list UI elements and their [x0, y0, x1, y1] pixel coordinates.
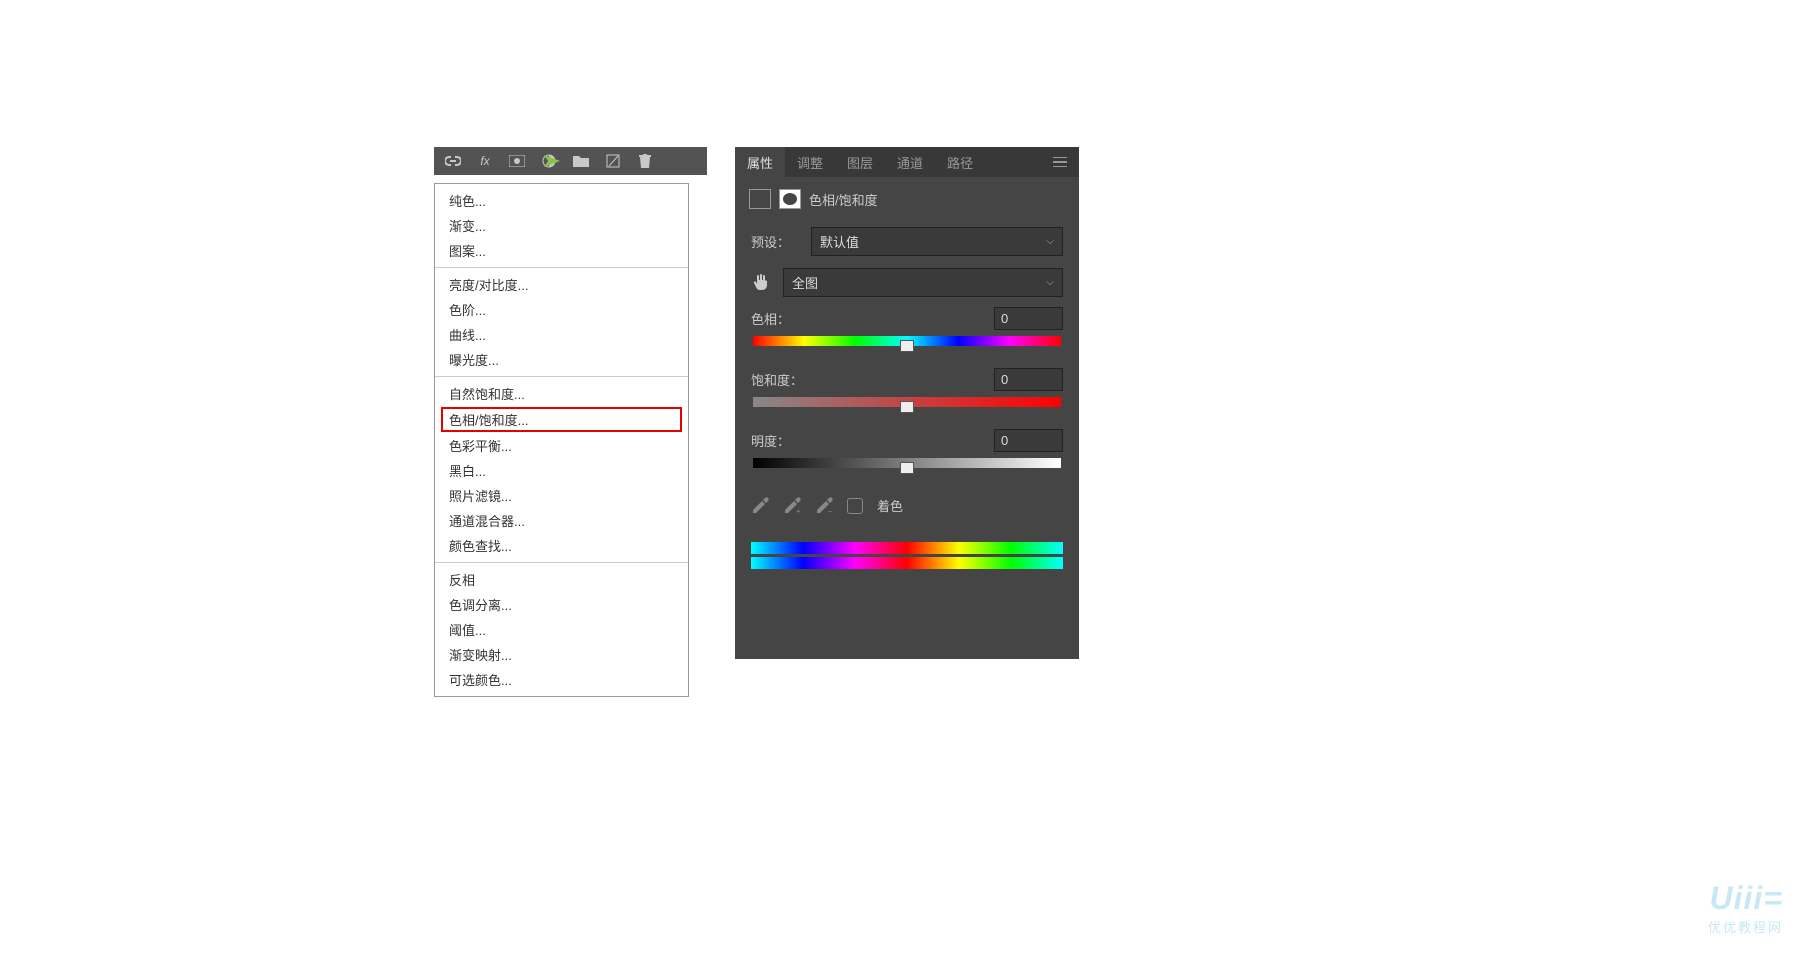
panel-header: 色相/饱和度 — [735, 177, 1079, 221]
menu-item[interactable]: 曝光度... — [435, 347, 688, 372]
tab-channels[interactable]: 通道 — [885, 147, 935, 177]
menu-item[interactable]: 黑白... — [435, 458, 688, 483]
tab-paths[interactable]: 路径 — [935, 147, 985, 177]
preset-select[interactable]: 默认值⌵ — [811, 227, 1063, 256]
folder-icon[interactable] — [572, 152, 590, 170]
preset-label: 预设： — [751, 232, 801, 251]
lightness-value[interactable]: 0 — [994, 429, 1063, 452]
tab-properties[interactable]: 属性 — [735, 147, 785, 177]
eyedropper-plus-icon[interactable]: + — [783, 497, 801, 515]
watermark: Uiii= 优优教程网 — [1708, 880, 1783, 936]
menu-item[interactable]: 渐变映射... — [435, 642, 688, 667]
menu-item[interactable]: 亮度/对比度... — [435, 272, 688, 297]
arrow-annotation — [520, 152, 560, 170]
menu-item[interactable]: 反相 — [435, 567, 688, 592]
hue-label: 色相： — [751, 309, 790, 328]
scope-select[interactable]: 全图⌵ — [783, 268, 1063, 297]
color-strips — [735, 525, 1079, 586]
menu-item[interactable]: 自然饱和度... — [435, 381, 688, 406]
color-strip-after — [751, 557, 1063, 569]
saturation-slider[interactable] — [753, 397, 1061, 407]
panel-tabs: 属性 调整 图层 通道 路径 — [735, 147, 1079, 177]
hue-value[interactable]: 0 — [994, 307, 1063, 330]
adjustment-type-icon — [749, 189, 771, 209]
lightness-label: 明度： — [751, 431, 790, 450]
menu-item[interactable]: 色彩平衡... — [435, 433, 688, 458]
menu-item[interactable]: 图案... — [435, 238, 688, 263]
preset-row: 预设： 默认值⌵ — [735, 221, 1079, 262]
chevron-down-icon: ⌵ — [1046, 236, 1054, 247]
layers-toolbar: fx — [434, 147, 707, 175]
properties-panel: 属性 调整 图层 通道 路径 色相/饱和度 预设： 默认值⌵ 全图⌵ 色相：0 … — [735, 147, 1079, 659]
fx-icon[interactable]: fx — [476, 152, 494, 170]
hand-scrubber-icon[interactable] — [751, 272, 773, 294]
svg-text:+: + — [796, 507, 801, 515]
trash-icon[interactable] — [636, 152, 654, 170]
slider-thumb[interactable] — [900, 340, 914, 352]
slider-thumb[interactable] — [900, 401, 914, 413]
menu-item[interactable]: 渐变... — [435, 213, 688, 238]
chevron-down-icon: ⌵ — [1046, 277, 1054, 288]
menu-item[interactable]: 照片滤镜... — [435, 483, 688, 508]
link-icon[interactable] — [444, 152, 462, 170]
menu-item[interactable]: 通道混合器... — [435, 508, 688, 533]
saturation-label: 饱和度： — [751, 370, 803, 389]
menu-item[interactable]: 阈值... — [435, 617, 688, 642]
color-strip-before — [751, 542, 1063, 554]
lightness-slider-row: 明度： 0 — [735, 425, 1079, 486]
eyedropper-icon[interactable] — [751, 497, 769, 515]
saturation-value[interactable]: 0 — [994, 368, 1063, 391]
lightness-slider[interactable] — [753, 458, 1061, 468]
menu-item[interactable]: 纯色... — [435, 188, 688, 213]
svg-text:−: − — [828, 507, 833, 515]
menu-item[interactable]: 颜色查找... — [435, 533, 688, 558]
tab-layers[interactable]: 图层 — [835, 147, 885, 177]
saturation-slider-row: 饱和度： 0 — [735, 364, 1079, 425]
new-layer-icon[interactable] — [604, 152, 622, 170]
colorize-label: 着色 — [877, 496, 903, 515]
eyedropper-row: + − 着色 — [735, 486, 1079, 525]
adjustment-menu: 纯色... 渐变... 图案... 亮度/对比度... 色阶... 曲线... … — [434, 183, 689, 697]
hue-slider[interactable] — [753, 336, 1061, 346]
mask-thumb-icon — [779, 189, 801, 209]
menu-item[interactable]: 色阶... — [435, 297, 688, 322]
slider-thumb[interactable] — [900, 462, 914, 474]
scope-row: 全图⌵ — [735, 262, 1079, 303]
panel-title: 色相/饱和度 — [809, 190, 878, 209]
panel-menu-icon[interactable] — [1041, 147, 1079, 177]
menu-item[interactable]: 色调分离... — [435, 592, 688, 617]
hue-slider-row: 色相： 0 — [735, 303, 1079, 364]
eyedropper-minus-icon[interactable]: − — [815, 497, 833, 515]
menu-item-hue-saturation[interactable]: 色相/饱和度... — [441, 407, 682, 432]
tab-adjustments[interactable]: 调整 — [785, 147, 835, 177]
menu-item[interactable]: 曲线... — [435, 322, 688, 347]
menu-item[interactable]: 可选颜色... — [435, 667, 688, 692]
colorize-checkbox[interactable] — [847, 498, 863, 514]
